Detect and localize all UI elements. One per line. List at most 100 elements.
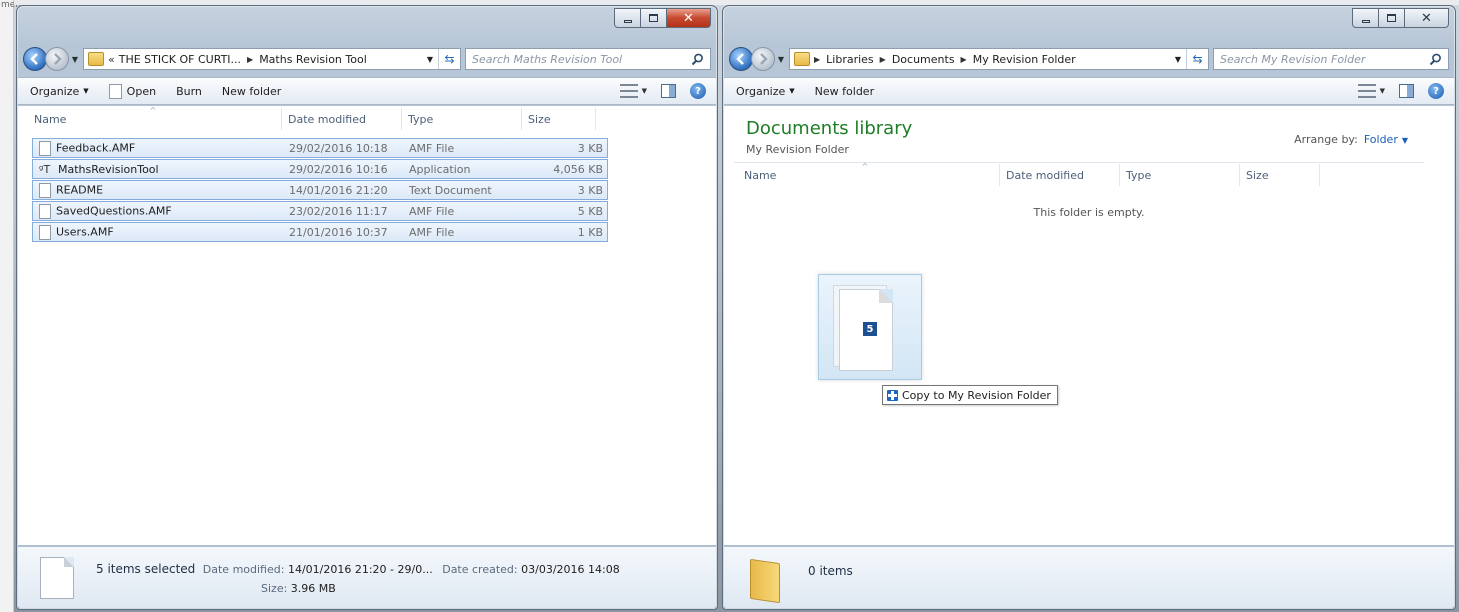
maximize-button[interactable] bbox=[1379, 8, 1405, 28]
file-date: 21/01/2016 10:37 bbox=[289, 225, 388, 239]
breadcrumb-separator-icon[interactable]: ▶ bbox=[247, 55, 253, 64]
back-button[interactable] bbox=[729, 47, 753, 71]
forward-button[interactable] bbox=[45, 47, 69, 71]
column-header-type[interactable]: Type bbox=[1120, 164, 1240, 186]
burn-label: Burn bbox=[176, 84, 202, 98]
column-header-date[interactable]: Date modified bbox=[1000, 164, 1120, 186]
recent-pages-dropdown[interactable]: ▼ bbox=[69, 47, 81, 71]
explorer-window-my-revision-folder[interactable]: ✕ ▼ ▶ Libraries ▶ Documents ▶ My Revisio… bbox=[722, 5, 1456, 610]
address-bar[interactable]: ▶ Libraries ▶ Documents ▶ My Revision Fo… bbox=[789, 48, 1209, 70]
organize-button[interactable]: Organize ▼ bbox=[30, 85, 89, 98]
column-header-type[interactable]: Type bbox=[402, 108, 522, 130]
breadcrumb-documents[interactable]: Documents bbox=[892, 53, 955, 66]
file-row-readme[interactable]: README 14/01/2016 21:20 Text Document 3 … bbox=[32, 180, 608, 200]
new-folder-label: New folder bbox=[814, 84, 875, 98]
column-header-name[interactable]: ^ Name bbox=[724, 162, 1000, 186]
preview-pane-icon[interactable] bbox=[1399, 84, 1414, 98]
folder-icon bbox=[750, 558, 780, 604]
recent-pages-dropdown[interactable]: ▼ bbox=[775, 47, 787, 71]
back-arrow-icon bbox=[736, 53, 744, 65]
help-icon[interactable]: ? bbox=[1428, 83, 1444, 99]
file-row-users[interactable]: Users.AMF 21/01/2016 10:37 AMF File 1 KB bbox=[32, 222, 608, 242]
new-folder-button[interactable]: New folder bbox=[222, 85, 281, 98]
plus-icon bbox=[887, 389, 898, 401]
search-icon bbox=[1429, 53, 1441, 65]
minimize-button[interactable] bbox=[614, 8, 641, 28]
file-name: Users.AMF bbox=[56, 225, 114, 238]
file-type: AMF File bbox=[409, 141, 455, 155]
preview-pane-icon[interactable] bbox=[661, 84, 676, 98]
size-label: Size: bbox=[261, 582, 288, 595]
file-date: 29/02/2016 10:18 bbox=[289, 141, 388, 155]
close-button[interactable]: ✕ bbox=[667, 8, 711, 28]
forward-button[interactable] bbox=[751, 47, 775, 71]
new-folder-button[interactable]: New folder bbox=[815, 85, 874, 98]
view-options-dropdown[interactable]: ▼ bbox=[1380, 87, 1385, 95]
organize-button[interactable]: Organize ▼ bbox=[736, 85, 795, 98]
file-list-pane[interactable]: Documents library My Revision Folder Arr… bbox=[724, 106, 1454, 545]
refresh-button[interactable]: ⇆ bbox=[1186, 49, 1208, 69]
size-value: 3.96 MB bbox=[290, 582, 336, 595]
breadcrumb-stick-of-curtis[interactable]: THE STICK OF CURTI... bbox=[119, 53, 241, 66]
file-row-maths-revision-tool[interactable]: ᵍΤ MathsRevisionTool 29/02/2016 10:16 App… bbox=[32, 159, 608, 179]
chevron-down-icon: ▼ bbox=[789, 87, 795, 95]
maximize-icon bbox=[1387, 14, 1396, 22]
close-button[interactable]: ✕ bbox=[1405, 8, 1449, 28]
breadcrumb-overflow[interactable]: « bbox=[108, 53, 115, 66]
file-row-saved-questions[interactable]: SavedQuestions.AMF 23/02/2016 11:17 AMF … bbox=[32, 201, 608, 221]
breadcrumb-my-revision-folder[interactable]: My Revision Folder bbox=[973, 53, 1076, 66]
arrange-by: Arrange by: Folder ▼ bbox=[1294, 133, 1408, 146]
open-button[interactable]: Open bbox=[108, 83, 156, 99]
address-dropdown[interactable]: ▼ bbox=[422, 55, 438, 64]
change-view-icon[interactable] bbox=[1357, 84, 1376, 98]
search-input[interactable]: Search My Revision Folder bbox=[1213, 48, 1449, 70]
file-list-pane[interactable]: ^ Name Date modified Type Size Feedback.A… bbox=[18, 106, 716, 545]
details-pane: 0 items bbox=[724, 546, 1454, 608]
library-subtitle: My Revision Folder bbox=[746, 143, 849, 156]
column-header-size[interactable]: Size bbox=[522, 108, 596, 130]
breadcrumb-libraries[interactable]: Libraries bbox=[826, 53, 874, 66]
help-icon[interactable]: ? bbox=[690, 83, 706, 99]
refresh-button[interactable]: ⇆ bbox=[438, 49, 460, 69]
back-arrow-icon bbox=[30, 53, 38, 65]
chevron-down-icon: ▼ bbox=[1401, 136, 1408, 145]
details-pane: 5 items selected Date modified: 14/01/20… bbox=[18, 546, 716, 608]
column-header-date[interactable]: Date modified bbox=[282, 108, 402, 130]
search-input[interactable]: Search Maths Revision Tool bbox=[465, 48, 711, 70]
column-name-label: Name bbox=[34, 112, 67, 126]
breadcrumb-separator-icon[interactable]: ▶ bbox=[961, 55, 967, 64]
back-button[interactable] bbox=[23, 47, 47, 71]
breadcrumb-maths-revision-tool[interactable]: Maths Revision Tool bbox=[259, 53, 367, 66]
file-name: README bbox=[56, 183, 104, 196]
file-type: Application bbox=[409, 162, 471, 176]
address-dropdown[interactable]: ▼ bbox=[1170, 55, 1186, 64]
column-header-size[interactable]: Size bbox=[1240, 164, 1320, 186]
breadcrumb-separator-icon[interactable]: ▶ bbox=[880, 55, 886, 64]
column-date-label: Date modified bbox=[1006, 168, 1084, 182]
search-icon bbox=[691, 53, 703, 65]
background-desktop-strip: ment bbox=[0, 0, 25, 612]
caption-buttons: ✕ bbox=[614, 8, 711, 28]
library-title: Documents library bbox=[746, 118, 913, 139]
sort-ascending-icon: ^ bbox=[861, 162, 869, 171]
file-type: Text Document bbox=[409, 183, 492, 197]
application-icon: ᵍΤ bbox=[39, 162, 51, 176]
change-view-icon[interactable] bbox=[619, 84, 638, 98]
burn-button[interactable]: Burn bbox=[176, 85, 202, 98]
address-bar[interactable]: « THE STICK OF CURTI... ▶ Maths Revision… bbox=[83, 48, 461, 70]
file-row-feedback[interactable]: Feedback.AMF 29/02/2016 10:18 AMF File 3… bbox=[32, 138, 608, 158]
file-size: 3 KB bbox=[577, 183, 603, 197]
caption-buttons: ✕ bbox=[1352, 8, 1449, 28]
maximize-button[interactable] bbox=[641, 8, 667, 28]
organize-label: Organize bbox=[30, 84, 80, 98]
minimize-icon bbox=[623, 19, 632, 23]
file-name: MathsRevisionTool bbox=[58, 162, 159, 176]
minimize-button[interactable] bbox=[1352, 8, 1379, 28]
explorer-window-maths-revision-tool[interactable]: ✕ ▼ « THE STICK OF CURTI... ▶ Maths Revi… bbox=[16, 5, 718, 610]
breadcrumb-separator-icon[interactable]: ▶ bbox=[814, 55, 820, 64]
column-header-name[interactable]: ^ Name bbox=[18, 106, 282, 130]
file-size: 4,056 KB bbox=[553, 162, 603, 176]
new-folder-label: New folder bbox=[221, 84, 282, 98]
view-options-dropdown[interactable]: ▼ bbox=[642, 87, 647, 95]
arrange-by-dropdown[interactable]: Folder bbox=[1364, 133, 1398, 146]
